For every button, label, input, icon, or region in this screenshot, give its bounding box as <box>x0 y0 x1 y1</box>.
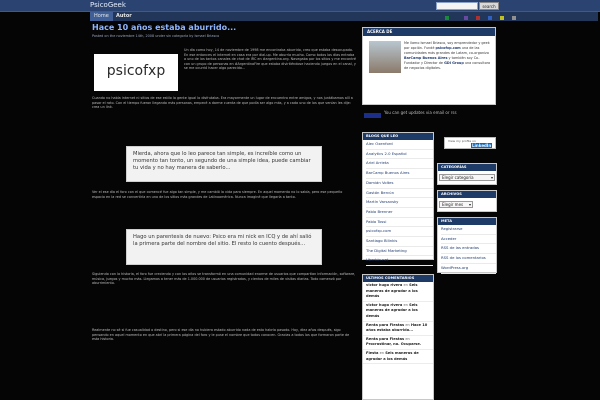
archives-widget: ARCHIVOS Elegir mes ▾ <box>437 190 497 212</box>
comment-item: victor hugo rivera en Seis maneras de ag… <box>363 302 433 322</box>
recent-comments-heading: ÚLTIMOS COMENTARIOS <box>363 275 433 282</box>
color-swatch-blue[interactable] <box>488 16 492 20</box>
comment-on-label: en <box>403 302 408 307</box>
nav-home[interactable]: Home <box>90 12 113 21</box>
search-button[interactable]: search <box>479 2 499 10</box>
barcamp-link[interactable]: BarCamp Buenos Aires <box>404 56 447 60</box>
search-input[interactable] <box>436 2 478 10</box>
blogroll-item[interactable]: BarCamp Buenos Aires <box>366 169 433 179</box>
meta-item[interactable]: WordPress.org <box>441 264 496 274</box>
logo-text: psicofxp <box>106 63 166 79</box>
linkedin-badge[interactable]: View my profile on LinkedIn <box>444 137 496 149</box>
blogroll-item[interactable]: Alec Oxenford <box>366 140 433 150</box>
comment-on-label: en <box>379 350 385 355</box>
post-paragraph-2: Cuando no había internet ni sitios de es… <box>92 96 353 110</box>
comment-author-link[interactable]: victor hugo rivera <box>366 283 402 287</box>
post-paragraph-4: Siguiendo con la historia, el foro fue c… <box>92 272 356 286</box>
meta-item[interactable]: RSS de las entradas <box>441 244 496 255</box>
avatar <box>369 41 401 73</box>
color-swatch-green[interactable] <box>445 16 449 20</box>
comment-author-link[interactable]: Fiesta <box>366 351 378 355</box>
chevron-down-icon: ▾ <box>468 202 471 207</box>
color-swatch-red[interactable] <box>476 16 480 20</box>
categories-heading: CATEGORÍAS <box>438 164 496 171</box>
comment-on-label: en <box>405 336 410 341</box>
comment-item: Renta para Fiestas en Hace 10 años estab… <box>363 322 433 336</box>
meta-item[interactable]: Acceder <box>441 235 496 245</box>
site-title[interactable]: PsicoGeek <box>90 1 126 9</box>
categories-widget: CATEGORÍAS Elegir categoría ▾ <box>437 163 497 185</box>
color-swatch-yellow[interactable] <box>500 16 504 20</box>
post-paragraph-3: Ver el ese día el foro con el que comenc… <box>92 190 343 199</box>
comment-item: victor hugo rivera en Seis maneras de ag… <box>363 282 433 302</box>
blogroll-widget: BLOGS QUE LEO Alec Oxenford Analytics 2.0… <box>362 132 434 267</box>
recent-comments-widget: ÚLTIMOS COMENTARIOS victor hugo rivera e… <box>362 274 434 400</box>
meta-item[interactable]: Registrarse <box>441 225 496 235</box>
post-title[interactable]: Hace 10 años estaba aburrido... <box>92 23 236 32</box>
comment-on-label: en <box>403 283 408 287</box>
about-text: Me llamo Ismael Briasco, soy emprendedor… <box>404 41 491 70</box>
psicofxp-link[interactable]: psicofxp.com <box>436 46 461 50</box>
about-heading-bar: ACERCA DE <box>363 28 495 36</box>
updates-link[interactable]: You can get updates via email or rss <box>384 110 457 115</box>
nav-bar: Home Autor <box>90 12 598 21</box>
blogroll-item[interactable]: The Digital Marketing <box>366 247 433 257</box>
linkedin-logo: LinkedIn <box>471 143 493 148</box>
about-heading: ACERCA DE <box>367 29 393 34</box>
color-swatch-purple[interactable] <box>464 16 468 20</box>
comment-post-link[interactable]: Procrastinar, no. Ocuparse. <box>366 342 421 346</box>
meta-widget: META Registrarse Acceder RSS de las entrad… <box>437 217 497 274</box>
color-swatch-gray[interactable] <box>512 16 516 20</box>
post-paragraph-1: Un día como hoy, 14 de noviembre de 1998… <box>184 48 356 71</box>
blogroll-item[interactable]: Pablo Brenner <box>366 208 433 218</box>
meta-heading: META <box>438 218 496 225</box>
top-bar: PsicoGeek search <box>0 0 600 12</box>
archives-select[interactable]: Elegir mes ▾ <box>439 201 473 208</box>
blockquote-1: Mierda, ahora que lo leo parece tan simp… <box>126 146 322 182</box>
nav-autor[interactable]: Autor <box>112 12 136 21</box>
blogroll-item[interactable]: Analytics 2.0 Español <box>366 150 433 160</box>
comment-item: Fiesta en Seis maneras de agradar a los … <box>363 350 433 365</box>
blogroll-heading: BLOGS QUE LEO <box>363 133 433 140</box>
psicofxp-logo: psicofxp <box>94 54 178 91</box>
blogroll-list: Alec Oxenford Analytics 2.0 Español Ariel … <box>363 140 433 267</box>
comment-author-link[interactable]: Renta para Fiestas <box>366 323 404 327</box>
categories-select[interactable]: Elegir categoría ▾ <box>439 174 495 181</box>
comment-author-link[interactable]: Renta para Fiestas <box>366 337 404 341</box>
post-paragraph-5: Realmente no sé si fue casualidad o dest… <box>92 328 350 342</box>
blogroll-item[interactable]: Uberbin.net <box>366 256 433 267</box>
blogroll-item[interactable]: Ariel Arrieta <box>366 159 433 170</box>
chevron-down-icon: ▾ <box>490 175 493 180</box>
blogroll-item[interactable]: Pablo Tossi <box>366 218 433 228</box>
about-widget: ACERCA DE Me llamo Ismael Briasco, soy e… <box>362 27 496 105</box>
archives-heading: ARCHIVOS <box>438 191 496 198</box>
meta-item[interactable]: RSS de los comentarios <box>441 254 496 264</box>
blogroll-item[interactable]: Santiago Bilinkis <box>366 237 433 247</box>
comment-on-label: en <box>405 322 410 327</box>
recent-comments-list: victor hugo rivera en Seis maneras de ag… <box>363 282 433 365</box>
blogroll-item[interactable]: psicofxp.com <box>366 227 433 238</box>
comment-item: Renta para Fiestas en Procrastinar, no. … <box>363 336 433 350</box>
comment-author-link[interactable]: victor hugo rivera <box>366 303 402 307</box>
blogroll-item[interactable]: Damián Voltes <box>366 179 433 189</box>
blockquote-2: Hago un parentesis de nuevo: Psico era m… <box>126 229 322 265</box>
updates-promo: You can get updates via email or rss <box>362 110 496 115</box>
post-meta: Posted on the noviembre 14th, 2008 under… <box>92 34 220 38</box>
gdi-group-link[interactable]: GDI Group <box>444 61 464 65</box>
meta-list: Registrarse Acceder RSS de las entradas RSS… <box>438 225 496 274</box>
blogroll-item[interactable]: Gastón Bercún <box>366 189 433 199</box>
post-area: Hace 10 años estaba aburrido... Posted o… <box>90 22 358 400</box>
blogroll-item[interactable]: Martín Varsavsky <box>366 198 433 208</box>
